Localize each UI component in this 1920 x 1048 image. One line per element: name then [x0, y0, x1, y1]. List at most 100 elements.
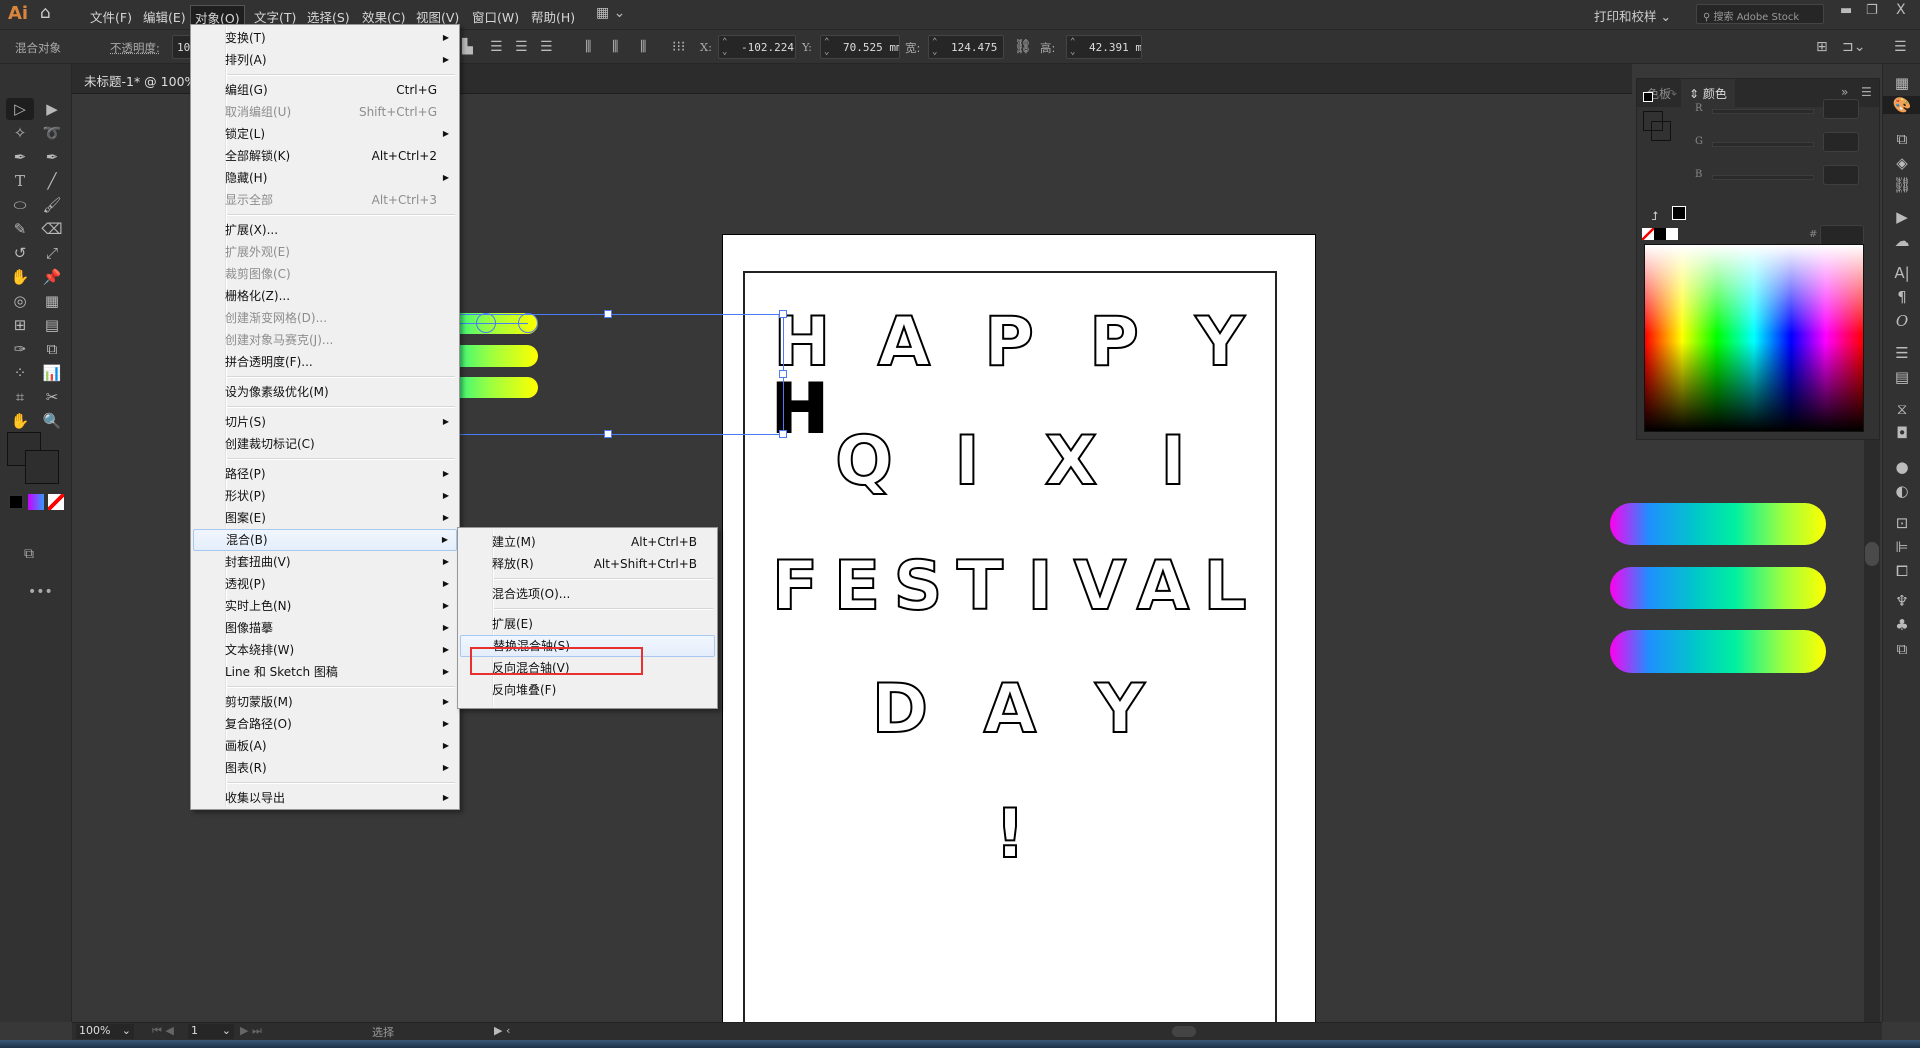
menu-item[interactable]: 图案(E) ▶	[193, 507, 457, 529]
menu-item[interactable]: 图像描摹 ▶	[193, 617, 457, 639]
mesh-tool-icon[interactable]: ⊞	[6, 314, 34, 336]
none-swatch[interactable]	[1642, 228, 1654, 240]
collapse-panel-icon[interactable]: »	[1841, 85, 1848, 99]
appearance-panel-icon[interactable]: ●	[1883, 458, 1920, 476]
resize-handle[interactable]	[779, 370, 787, 378]
letter[interactable]: X	[1044, 427, 1098, 497]
paintbrush-tool-icon[interactable]: 🖌	[38, 194, 66, 216]
first-artboard-button[interactable]: ⏮ ◀	[152, 1024, 174, 1038]
menu-item[interactable]: 锁定(L) ▶	[193, 123, 457, 145]
menu-item[interactable]: 显示全部 Alt+Ctrl+3	[193, 189, 457, 211]
letter[interactable]: Y	[1194, 308, 1245, 378]
letter[interactable]: S	[893, 552, 944, 622]
distribute-hcenter-icon[interactable]: ⫼	[612, 39, 618, 55]
pin-tool-icon[interactable]: 📌	[38, 266, 66, 288]
gradient-pill[interactable]	[1610, 630, 1826, 673]
menu-item[interactable]: 编组(G) Ctrl+G	[193, 79, 457, 101]
transparency-panel-icon[interactable]: ⧖	[1883, 400, 1920, 418]
none-mode-button[interactable]	[48, 494, 64, 510]
actions-panel-icon[interactable]: ▶	[1883, 208, 1920, 226]
gradient-pill[interactable]	[1610, 567, 1826, 609]
black-swatch[interactable]	[1654, 228, 1666, 240]
character-panel-icon[interactable]: A|	[1883, 264, 1920, 282]
rotate-tool-icon[interactable]: ↺	[6, 242, 34, 264]
links-panel-icon[interactable]: ⛓	[1883, 176, 1920, 194]
resize-handle[interactable]	[779, 310, 787, 318]
menu-item[interactable]: 透视(P) ▶	[193, 573, 457, 595]
menu-window[interactable]: 窗口(W)	[468, 5, 523, 28]
letter[interactable]: L	[1202, 552, 1247, 622]
menu-item[interactable]: 路径(P) ▶	[193, 463, 457, 485]
magic-wand-tool-icon[interactable]: ✧	[6, 122, 34, 144]
artboard-tool-icon[interactable]: ⌗	[6, 386, 34, 408]
letter[interactable]: A	[877, 308, 932, 378]
scrollbar-thumb[interactable]	[1865, 542, 1879, 566]
zoom-tool-icon[interactable]: 🔍	[38, 410, 66, 432]
last-artboard-button[interactable]: ▶ ⏭	[240, 1024, 262, 1038]
reference-point-icon[interactable]: ⁝⁝⁝	[672, 39, 685, 55]
menu-item[interactable]: 形状(P) ▶	[193, 485, 457, 507]
menu-item[interactable]: 图表(R) ▶	[193, 757, 457, 779]
curvature-tool-icon[interactable]: ✒	[38, 146, 66, 168]
letter[interactable]: A	[1136, 552, 1191, 622]
panel-menu-icon[interactable]: ☰	[1894, 39, 1907, 55]
transform-panel-icon[interactable]: ⊡	[1883, 514, 1920, 532]
menu-item[interactable]: 排列(A) ▶	[193, 49, 457, 71]
menu-item[interactable]: 建立(M) Alt+Ctrl+B	[460, 531, 715, 553]
home-icon[interactable]: ⌂	[40, 3, 51, 23]
letter[interactable]: Y	[1094, 675, 1145, 745]
lasso-tool-icon[interactable]: ➰	[38, 122, 66, 144]
b-slider[interactable]	[1712, 175, 1814, 180]
letter[interactable]: E	[833, 552, 881, 622]
perspective-grid-tool-icon[interactable]: ▦	[38, 290, 66, 312]
opentype-panel-icon[interactable]: O	[1883, 312, 1920, 330]
letter[interactable]: F	[771, 552, 819, 622]
current-color-swatch[interactable]	[1672, 206, 1686, 220]
resize-handle[interactable]	[779, 430, 787, 438]
blend-tool-icon[interactable]: ⧉	[38, 338, 66, 360]
menu-item[interactable]: 剪切蒙版(M) ▶	[193, 691, 457, 713]
distribute-right-icon[interactable]: ⫼	[640, 39, 646, 55]
selection-tool-icon[interactable]: ▷	[6, 98, 34, 120]
letter[interactable]: I	[953, 427, 980, 497]
menu-item[interactable]: 栅格化(Z)...	[193, 285, 457, 307]
y-input[interactable]: ⌃ ⌄ 70.525 mm	[820, 35, 900, 59]
workspace-layout-icon[interactable]: ▦ ⌄	[596, 5, 625, 21]
height-input[interactable]: ⌃⌄42.391 mm	[1066, 35, 1142, 59]
resize-handle[interactable]	[604, 430, 612, 438]
letter[interactable]: V	[1073, 552, 1128, 622]
menu-item[interactable]: 设为像素级优化(M)	[193, 381, 457, 403]
color-spectrum[interactable]	[1644, 244, 1864, 432]
gradient-panel-icon[interactable]: ▤	[1883, 368, 1920, 386]
r-slider[interactable]	[1712, 109, 1814, 114]
menu-item[interactable]: 全部解锁(K) Alt+Ctrl+2	[193, 145, 457, 167]
graphic-styles-panel-icon[interactable]: ◐	[1883, 482, 1920, 500]
menu-item[interactable]: 复合路径(O) ▶	[193, 713, 457, 735]
gradient-tool-icon[interactable]: ▤	[38, 314, 66, 336]
ellipse-tool-icon[interactable]: ⬭	[6, 194, 34, 216]
stroke-panel-icon[interactable]: ☰	[1883, 344, 1920, 362]
resize-handle[interactable]	[604, 310, 612, 318]
hex-input[interactable]	[1820, 225, 1864, 245]
stroke-indicator[interactable]	[1651, 121, 1671, 141]
distribute-vcenter-icon[interactable]: ☰	[515, 39, 528, 55]
panel-menu-icon[interactable]: ☰	[1861, 85, 1872, 99]
hand-tool-icon[interactable]: ✋	[6, 410, 34, 432]
menu-item[interactable]: 文本绕排(W) ▶	[193, 639, 457, 661]
g-slider[interactable]	[1712, 142, 1814, 147]
menu-item[interactable]: 创建对象马赛克(J)...	[193, 329, 457, 351]
puppet-panel-icon[interactable]: ♆	[1883, 592, 1920, 610]
width-input[interactable]: ⌃⌄124.475 mm	[928, 35, 1004, 59]
zoom-select[interactable]: 100% ⌄	[76, 1024, 134, 1039]
graph-tool-icon[interactable]: 📊	[38, 362, 66, 384]
transform-panel-icon[interactable]: ⊐⌄	[1842, 39, 1865, 55]
default-colors-icon[interactable]	[1643, 92, 1653, 102]
direct-selection-tool-icon[interactable]: ▶	[38, 98, 66, 120]
status-menu-arrow[interactable]: ▶ ‹	[494, 1024, 510, 1037]
b-value-input[interactable]	[1823, 165, 1859, 185]
distribute-left-icon[interactable]: ⫼	[585, 39, 591, 55]
menu-item[interactable]: 隐藏(H) ▶	[193, 167, 457, 189]
align-panel-icon[interactable]: ⊫	[1883, 538, 1920, 556]
type-tool-icon[interactable]: T	[6, 170, 34, 192]
letter[interactable]: P	[1088, 308, 1140, 378]
